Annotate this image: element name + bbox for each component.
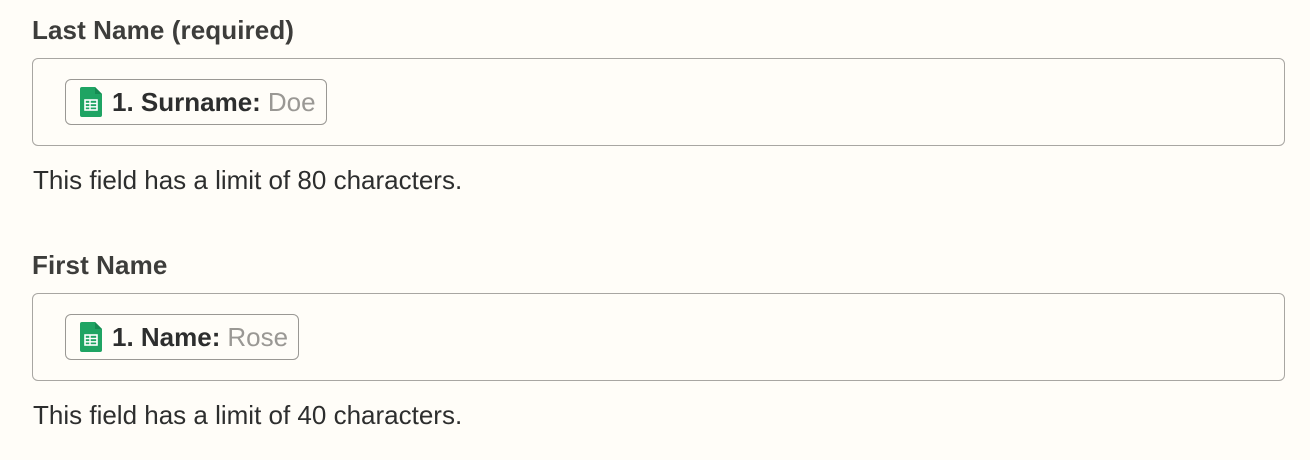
name-token-key: 1. Name:	[112, 321, 221, 352]
last-name-field: Last Name (required) 1. Surname: Doe Thi…	[32, 14, 1285, 196]
google-sheets-icon	[80, 87, 102, 117]
first-name-field: First Name 1. Name: Rose This field has …	[32, 249, 1285, 431]
surname-token-pill[interactable]: 1. Surname: Doe	[65, 79, 327, 125]
name-token-value: Rose	[227, 321, 289, 352]
name-token-pill[interactable]: 1. Name: Rose	[65, 314, 300, 360]
last-name-input[interactable]: 1. Surname: Doe	[32, 58, 1285, 146]
google-sheets-icon	[80, 322, 102, 352]
last-name-label: Last Name (required)	[32, 15, 295, 45]
first-name-input[interactable]: 1. Name: Rose	[32, 293, 1285, 381]
last-name-help-text: This field has a limit of 80 characters.	[33, 165, 463, 195]
first-name-help-text: This field has a limit of 40 characters.	[33, 400, 463, 430]
surname-token-value: Doe	[267, 86, 316, 117]
first-name-label: First Name	[32, 250, 168, 280]
surname-token-key: 1. Surname:	[112, 86, 261, 117]
